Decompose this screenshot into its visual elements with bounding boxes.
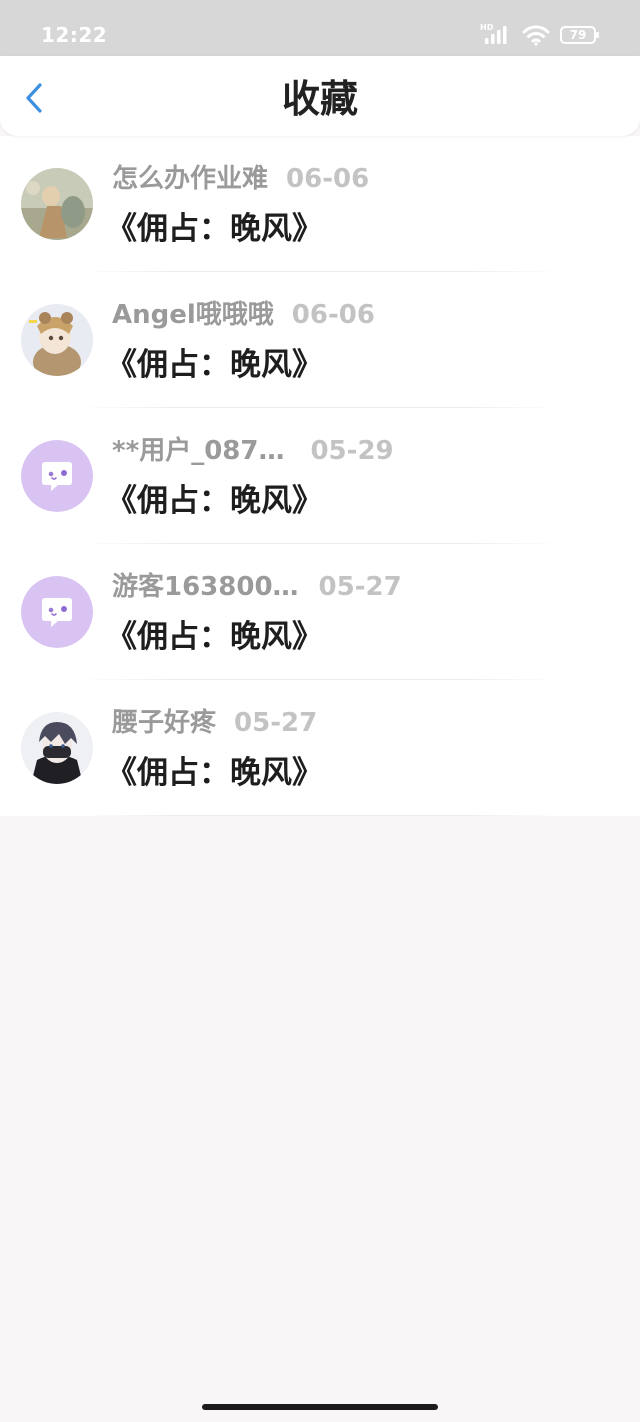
favorite-item[interactable]: **用户_087… 05-29 《佣占：晚风》: [0, 408, 640, 544]
favorite-item[interactable]: Angel哦哦哦 06-06 《佣占：晚风》: [0, 272, 640, 408]
date: 06-06: [291, 300, 375, 330]
home-indicator[interactable]: [202, 1404, 438, 1410]
chat-bubble-icon: [21, 440, 93, 512]
username: **用户_087…: [112, 436, 285, 466]
username: 怎么办作业难: [112, 164, 269, 194]
item-title: 《佣占：晚风》: [106, 211, 323, 247]
avatar[interactable]: [21, 168, 93, 240]
favorite-item[interactable]: 腰子好疼 05-27 《佣占：晚风》: [0, 680, 640, 816]
item-title: 《佣占：晚风》: [106, 619, 323, 655]
item-title: 《佣占：晚风》: [106, 483, 323, 519]
chat-bubble-icon: [21, 576, 93, 648]
username: 腰子好疼: [112, 708, 217, 738]
item-meta: 游客163800… 05-27: [112, 570, 402, 604]
default-avatar[interactable]: [21, 440, 93, 512]
page-title: 收藏: [281, 77, 358, 121]
item-title: 《佣占：晚风》: [106, 347, 323, 383]
username: Angel哦哦哦: [112, 300, 274, 330]
battery-level: 79: [569, 28, 587, 42]
favorite-item[interactable]: 游客163800… 05-27 《佣占：晚风》: [0, 544, 640, 680]
status-bar: 12:22 HD 79: [0, 0, 640, 56]
date: 05-27: [318, 572, 402, 602]
username: 游客163800…: [112, 572, 299, 602]
header-bar: 收藏: [0, 56, 640, 136]
signal-icon: HD: [480, 22, 512, 48]
battery-icon: 79: [560, 26, 599, 44]
date: 05-29: [310, 436, 394, 466]
status-time: 12:22: [41, 23, 108, 47]
avatar[interactable]: [21, 304, 93, 376]
favorite-item[interactable]: 怎么办作业难 06-06 《佣占：晚风》: [0, 136, 640, 272]
default-avatar[interactable]: [21, 576, 93, 648]
status-icons: HD 79: [480, 22, 599, 48]
avatar[interactable]: [21, 712, 93, 784]
item-meta: 怎么办作业难 06-06: [112, 162, 369, 196]
date: 06-06: [286, 164, 370, 194]
wifi-icon: [522, 25, 550, 46]
date: 05-27: [234, 708, 318, 738]
favorites-list: 怎么办作业难 06-06 《佣占：晚风》 Angel哦哦哦 06-06 《佣占：…: [0, 136, 640, 816]
item-meta: 腰子好疼 05-27: [112, 706, 317, 740]
item-title: 《佣占：晚风》: [106, 755, 323, 791]
item-meta: Angel哦哦哦 06-06: [112, 298, 375, 332]
item-meta: **用户_087… 05-29: [112, 434, 394, 468]
